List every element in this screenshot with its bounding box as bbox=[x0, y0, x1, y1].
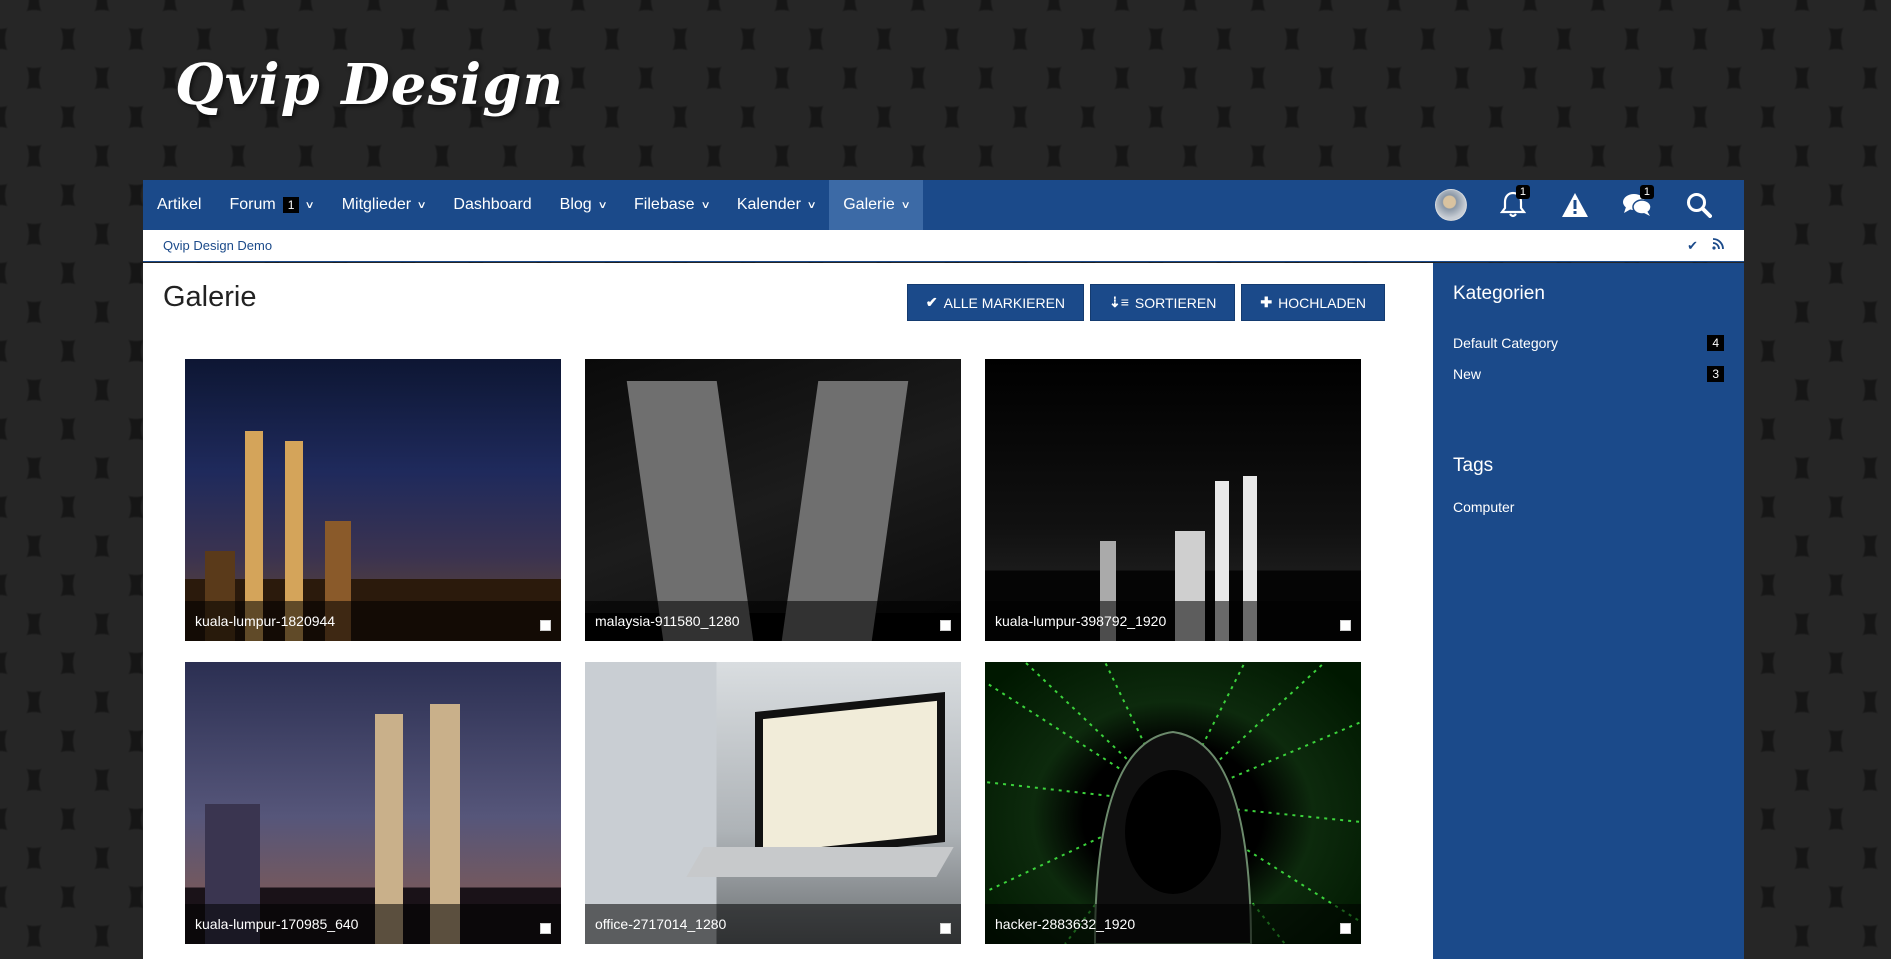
sidebar: Kategorien Default Category 4 New 3 Tags… bbox=[1433, 263, 1744, 959]
main-navigation: Artikel Forum 1 ∨ Mitglieder ∨ Dashboard Bl… bbox=[143, 180, 1744, 230]
gallery-caption: malaysia-911580_1280 bbox=[585, 601, 961, 641]
category-count-badge: 4 bbox=[1707, 334, 1724, 351]
nav-item-label: Forum bbox=[229, 196, 276, 213]
gallery-image[interactable]: kuala-lumpur-1820944 bbox=[185, 359, 561, 641]
upload-label: HOCHLADEN bbox=[1278, 294, 1366, 311]
notifications-button[interactable]: 1 bbox=[1482, 180, 1544, 230]
tag-link-computer[interactable]: Computer bbox=[1453, 499, 1724, 515]
breadcrumb-link[interactable]: Qvip Design Demo bbox=[163, 238, 272, 253]
image-title: malaysia-911580_1280 bbox=[595, 613, 740, 629]
sort-button[interactable]: ⇣≡ SORTIEREN bbox=[1090, 284, 1236, 321]
category-count-badge: 3 bbox=[1707, 365, 1724, 382]
laptop-screen-shape bbox=[755, 692, 945, 862]
nav-item-label: Galerie bbox=[843, 196, 895, 213]
upload-button[interactable]: ✚ HOCHLADEN bbox=[1241, 284, 1385, 321]
tags-title: Tags bbox=[1453, 455, 1494, 476]
gallery-image[interactable]: malaysia-911580_1280 bbox=[585, 359, 961, 641]
user-panel: 1 1 bbox=[1420, 180, 1744, 230]
mark-all-button[interactable]: ✔ ALLE MARKIEREN bbox=[906, 284, 1085, 321]
gallery-image[interactable]: hacker-2883632_1920 bbox=[985, 662, 1361, 944]
gallery-image[interactable]: office-2717014_1280 bbox=[585, 662, 961, 944]
image-title: kuala-lumpur-1820944 bbox=[195, 613, 336, 629]
nav-item-filebase[interactable]: Filebase ∨ bbox=[620, 180, 723, 230]
gallery-image[interactable]: kuala-lumpur-398792_1920 bbox=[985, 359, 1361, 641]
chevron-down-icon: ∨ bbox=[416, 199, 427, 211]
site-logo[interactable]: Qvip Design bbox=[175, 52, 564, 118]
gallery-image[interactable]: kuala-lumpur-170985_640 bbox=[185, 662, 561, 944]
avatar bbox=[1435, 189, 1467, 221]
nav-item-blog[interactable]: Blog ∨ bbox=[546, 180, 620, 230]
chevron-down-icon: ∨ bbox=[304, 199, 316, 211]
nav-item-label: Filebase bbox=[634, 196, 695, 213]
search-button[interactable] bbox=[1668, 180, 1730, 230]
image-title: kuala-lumpur-170985_640 bbox=[195, 916, 359, 932]
breadcrumb-actions: ✔ bbox=[1687, 238, 1724, 254]
chevron-down-icon: ∨ bbox=[597, 199, 608, 211]
page-actions: ✔ ALLE MARKIEREN ⇣≡ SORTIEREN ✚ HOCHLADEN bbox=[906, 284, 1385, 321]
sort-label: SORTIEREN bbox=[1134, 294, 1217, 311]
binary-rain-shape bbox=[985, 662, 1361, 944]
nav-item-mitglieder[interactable]: Mitglieder ∨ bbox=[328, 180, 440, 230]
category-item-new[interactable]: New 3 bbox=[1453, 358, 1724, 389]
nav-item-galerie[interactable]: Galerie ∨ bbox=[829, 180, 924, 230]
category-label: New bbox=[1453, 365, 1482, 382]
select-checkbox[interactable] bbox=[940, 922, 951, 934]
gallery-caption: hacker-2883632_1920 bbox=[985, 904, 1361, 944]
check-icon: ✔ bbox=[925, 294, 938, 310]
nav-item-label: Artikel bbox=[157, 196, 202, 213]
nav-item-dashboard[interactable]: Dashboard bbox=[439, 180, 545, 230]
laptop-display-shape bbox=[763, 700, 937, 854]
check-icon[interactable]: ✔ bbox=[1687, 238, 1698, 254]
select-checkbox[interactable] bbox=[540, 619, 551, 631]
conversations-count-badge: 1 bbox=[1639, 185, 1654, 199]
categories-title: Kategorien bbox=[1453, 283, 1545, 304]
plus-icon: ✚ bbox=[1260, 294, 1273, 310]
chevron-down-icon: ∨ bbox=[700, 199, 711, 211]
moderation-button[interactable] bbox=[1544, 180, 1606, 230]
mark-all-label: ALLE MARKIEREN bbox=[943, 294, 1066, 311]
nav-item-label: Kalender bbox=[736, 196, 801, 213]
image-title: office-2717014_1280 bbox=[595, 916, 727, 932]
gallery-caption: kuala-lumpur-170985_640 bbox=[185, 904, 561, 944]
category-label: Default Category bbox=[1453, 334, 1559, 351]
select-checkbox[interactable] bbox=[540, 922, 551, 934]
nav-item-label: Mitglieder bbox=[341, 196, 412, 213]
nav-item-label: Dashboard bbox=[453, 196, 532, 213]
select-checkbox[interactable] bbox=[1340, 922, 1351, 934]
select-checkbox[interactable] bbox=[1340, 619, 1351, 631]
page-title: Galerie bbox=[163, 281, 257, 313]
breadcrumb: Qvip Design Demo ✔ bbox=[143, 230, 1744, 262]
main-content: Galerie ✔ ALLE MARKIEREN ⇣≡ SORTIEREN ✚ HOC… bbox=[143, 263, 1433, 959]
forum-count-badge: 1 bbox=[282, 197, 300, 213]
user-avatar-button[interactable] bbox=[1420, 180, 1482, 230]
chevron-down-icon: ∨ bbox=[900, 199, 911, 211]
search-icon bbox=[1687, 193, 1712, 218]
notifications-count-badge: 1 bbox=[1515, 185, 1530, 199]
gallery-grid: kuala-lumpur-1820944 malaysia-911580_128… bbox=[185, 359, 1361, 944]
category-item-default[interactable]: Default Category 4 bbox=[1453, 327, 1724, 358]
image-title: hacker-2883632_1920 bbox=[995, 916, 1136, 932]
nav-item-forum[interactable]: Forum 1 ∨ bbox=[215, 180, 327, 230]
laptop-keyboard-shape bbox=[686, 847, 954, 877]
conversations-button[interactable]: 1 bbox=[1606, 180, 1668, 230]
nav-item-label: Blog bbox=[559, 196, 592, 213]
warning-icon bbox=[1562, 193, 1588, 217]
chevron-down-icon: ∨ bbox=[806, 199, 817, 211]
gallery-caption: kuala-lumpur-1820944 bbox=[185, 601, 561, 641]
select-checkbox[interactable] bbox=[940, 619, 951, 631]
nav-item-kalender[interactable]: Kalender ∨ bbox=[723, 180, 829, 230]
rss-icon[interactable] bbox=[1712, 237, 1724, 250]
image-title: kuala-lumpur-398792_1920 bbox=[995, 613, 1167, 629]
nav-item-artikel[interactable]: Artikel bbox=[143, 180, 215, 230]
sort-icon: ⇣≡ bbox=[1109, 294, 1129, 310]
gallery-caption: office-2717014_1280 bbox=[585, 904, 961, 944]
gallery-caption: kuala-lumpur-398792_1920 bbox=[985, 601, 1361, 641]
